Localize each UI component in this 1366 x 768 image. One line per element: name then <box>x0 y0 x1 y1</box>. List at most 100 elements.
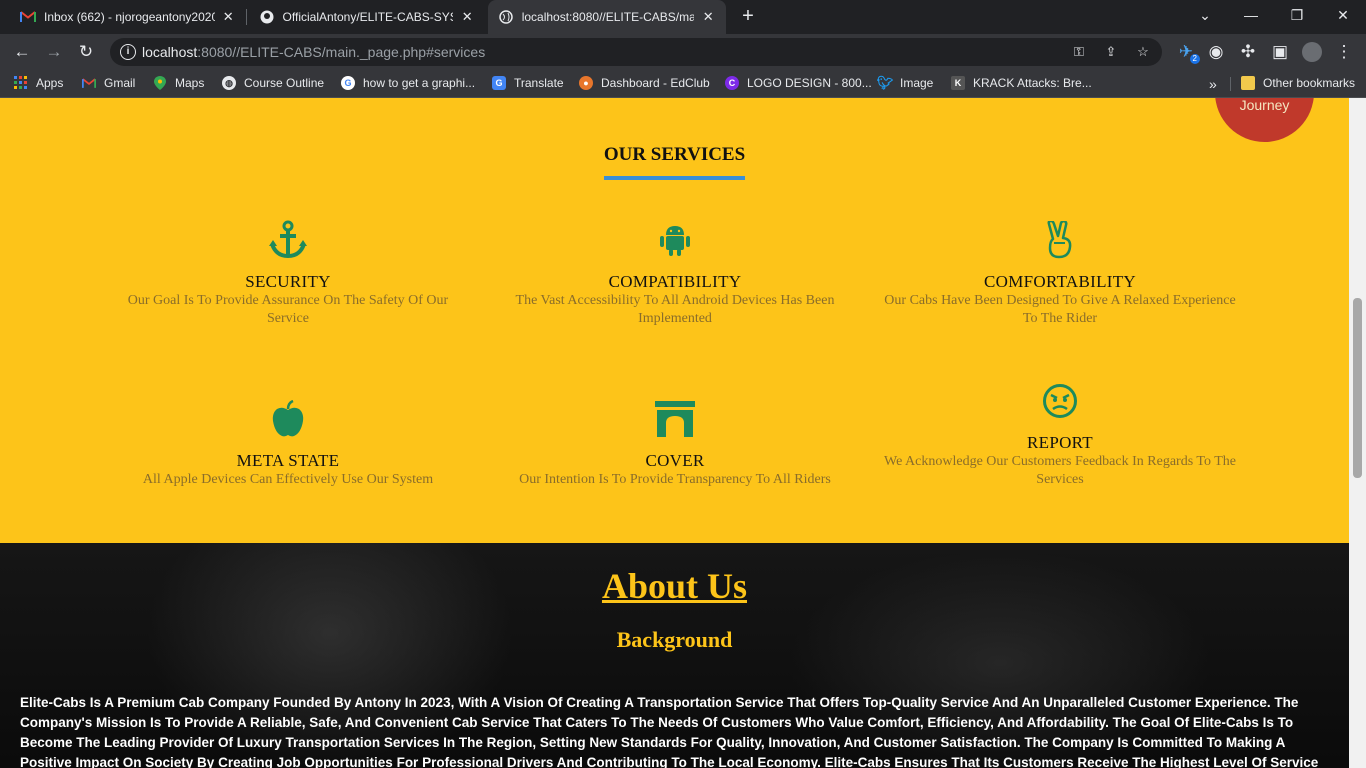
url-text[interactable]: localhost:8080//ELITE-CABS/main._page.ph… <box>142 44 485 60</box>
share-icon[interactable]: ⇪ <box>1102 43 1120 61</box>
about-title: About Us <box>601 566 748 606</box>
journey-button[interactable]: Journey <box>1215 98 1314 142</box>
tab-localhost-active[interactable]: localhost:8080//ELITE-CABS/main._ ✕ <box>488 0 726 34</box>
extension-icon[interactable]: ✈ 2 <box>1174 40 1200 64</box>
puzzle-extensions-icon[interactable]: ✣ <box>1236 40 1260 64</box>
apps-grid-icon <box>14 76 28 90</box>
bookmarks-overflow-button[interactable]: » <box>1209 76 1217 92</box>
krack-icon: K <box>951 76 965 90</box>
new-tab-button[interactable]: + <box>737 6 759 28</box>
scrollbar-thumb[interactable] <box>1353 298 1362 478</box>
avatar[interactable] <box>1300 40 1324 64</box>
close-tab-icon[interactable]: ✕ <box>459 9 475 25</box>
angry-face-icon <box>880 379 1240 423</box>
service-card-security: SECURITY Our Goal Is To Provide Assuranc… <box>108 218 468 328</box>
translate-icon: G <box>492 76 506 90</box>
bookmark-google-search[interactable]: G how to get a graphi... <box>341 76 475 90</box>
bookmark-label: Course Outline <box>244 76 325 90</box>
bookmark-course-outline[interactable]: ◍ Course Outline <box>222 76 324 90</box>
bookmark-label: Image <box>900 76 934 90</box>
service-card-compatibility: COMPATIBILITY The Vast Accessibility To … <box>495 218 855 328</box>
android-icon <box>495 218 855 262</box>
service-name: SECURITY <box>245 272 331 291</box>
bookmark-label: Gmail <box>104 76 136 90</box>
maps-icon <box>153 76 167 90</box>
service-description: Our Intention Is To Provide Transparency… <box>519 472 831 487</box>
forward-button[interactable]: → <box>42 40 66 64</box>
service-card-report: REPORT We Acknowledge Our Customers Feed… <box>880 379 1240 489</box>
anchor-icon <box>108 218 468 262</box>
service-name: COMPATIBILITY <box>608 272 742 291</box>
bookmark-maps[interactable]: Maps <box>153 76 204 90</box>
canva-icon: C <box>725 76 739 90</box>
twitter-icon: 🐦︎ <box>876 75 894 90</box>
globe-icon: ◍ <box>222 76 236 90</box>
google-icon: G <box>341 76 355 90</box>
tab-gmail-inbox[interactable]: Inbox (662) - njorogeantony2020@ ✕ <box>10 0 246 34</box>
bookmark-label: Translate <box>514 76 564 90</box>
bookmark-label: Other bookmarks <box>1263 76 1356 90</box>
tab-title: OfficialAntony/ELITE-CABS-SYSTEM <box>282 10 454 24</box>
service-name: REPORT <box>1027 433 1093 452</box>
bookmark-label: Maps <box>175 76 205 90</box>
about-paragraph: Elite-Cabs Is A Premium Cab Company Foun… <box>20 695 1319 768</box>
bookmark-label: LOGO DESIGN - 800... <box>747 76 872 90</box>
bookmark-translate[interactable]: G Translate <box>492 76 564 90</box>
mask-extension-icon[interactable]: ◉ <box>1204 40 1228 64</box>
github-icon <box>259 9 275 25</box>
site-info-icon[interactable]: i <box>120 44 136 60</box>
bookmark-label: how to get a graphi... <box>363 76 476 90</box>
tab-strip: Inbox (662) - njorogeantony2020@ ✕ Offic… <box>0 0 1366 34</box>
services-section: OUR SERVICES SECURITY Our Goal Is To Pro… <box>0 98 1349 543</box>
bookmark-label: KRACK Attacks: Bre... <box>973 76 1092 90</box>
services-title: OUR SERVICES <box>0 144 1349 180</box>
service-description: We Acknowledge Our Customers Feedback In… <box>884 454 1236 487</box>
service-name: COMFORTABILITY <box>984 272 1136 291</box>
bookmarks-divider <box>1230 77 1231 91</box>
address-bar[interactable]: i localhost:8080//ELITE-CABS/main._page.… <box>110 38 1162 66</box>
folder-icon <box>1241 76 1255 90</box>
page-scrollbar[interactable] <box>1349 98 1366 768</box>
bookmark-other-bookmarks[interactable]: Other bookmarks <box>1241 76 1355 90</box>
service-description: The Vast Accessibility To All Android De… <box>515 293 835 326</box>
about-section: About Us Background Elite-Cabs Is A Prem… <box>0 543 1349 768</box>
close-window-button[interactable]: ✕ <box>1320 0 1366 30</box>
tab-title: localhost:8080//ELITE-CABS/main._ <box>521 10 695 24</box>
back-button[interactable]: ← <box>10 40 34 64</box>
service-description: Our Goal Is To Provide Assurance On The … <box>127 293 449 326</box>
edclub-icon: ● <box>579 76 593 90</box>
bookmark-gmail[interactable]: Gmail <box>82 76 135 90</box>
minimize-button[interactable]: — <box>1228 0 1274 30</box>
globe-icon <box>498 9 514 25</box>
bookmark-star-icon[interactable]: ☆ <box>1134 43 1152 61</box>
close-tab-icon[interactable]: ✕ <box>221 9 237 25</box>
service-card-cover: COVER Our Intention Is To Provide Transp… <box>495 397 855 489</box>
bookmark-label: Apps <box>36 76 64 90</box>
bookmark-image[interactable]: 🐦︎ Image <box>876 75 934 90</box>
reload-button[interactable]: ↻ <box>74 40 98 64</box>
apple-icon <box>108 397 468 441</box>
key-icon[interactable]: ⚿ <box>1070 43 1088 61</box>
service-name: META STATE <box>236 451 340 470</box>
tab-title: Inbox (662) - njorogeantony2020@ <box>44 10 215 24</box>
service-card-meta-state: META STATE All Apple Devices Can Effecti… <box>108 397 468 489</box>
bookmark-apps[interactable]: Apps <box>14 76 63 90</box>
service-description: Our Cabs Have Been Designed To Give A Re… <box>884 293 1236 326</box>
restore-button[interactable]: ❐ <box>1274 0 1320 30</box>
bookmark-label: Dashboard - EdClub <box>601 76 710 90</box>
overflow-chevron-icon: » <box>1209 76 1217 92</box>
url-host: localhost <box>142 44 198 60</box>
tab-search-chevron-icon[interactable]: ⌄ <box>1182 0 1228 30</box>
close-tab-icon[interactable]: ✕ <box>700 9 716 25</box>
bookmarks-bar: Apps Gmail Maps ◍ Course Outline G how t… <box>0 70 1366 98</box>
page-viewport: OUR SERVICES SECURITY Our Goal Is To Pro… <box>0 98 1366 768</box>
about-subtitle: Background <box>616 627 733 652</box>
bookmark-logo-design[interactable]: C LOGO DESIGN - 800... <box>725 76 872 90</box>
peace-hand-icon <box>880 218 1240 262</box>
side-panel-icon[interactable]: ▣ <box>1268 40 1292 64</box>
bookmark-edclub[interactable]: ● Dashboard - EdClub <box>579 76 710 90</box>
bookmark-krack[interactable]: K KRACK Attacks: Bre... <box>951 76 1092 90</box>
menu-dots-icon[interactable]: ⋮ <box>1332 40 1356 64</box>
tab-github[interactable]: OfficialAntony/ELITE-CABS-SYSTEM ✕ <box>249 0 485 34</box>
services-heading: OUR SERVICES <box>603 144 746 180</box>
